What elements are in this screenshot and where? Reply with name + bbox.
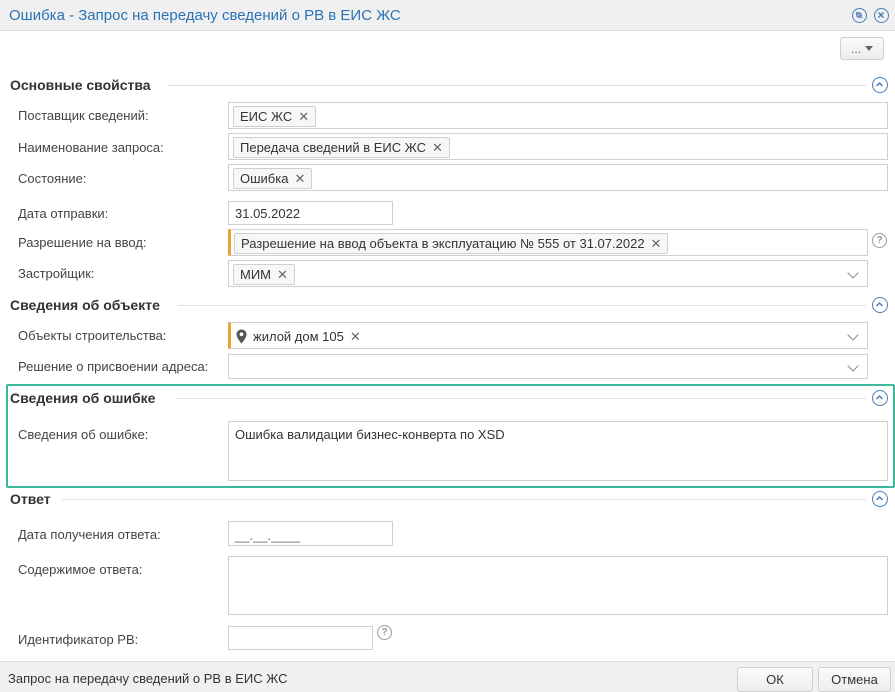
- state-tag: Ошибка ✕: [233, 168, 313, 189]
- collapse-up-icon[interactable]: [872, 297, 888, 313]
- collapse-up-icon[interactable]: [872, 491, 888, 507]
- more-actions-button[interactable]: ...: [840, 37, 884, 60]
- developer-tag: МИМ ✕: [233, 264, 295, 285]
- remove-tag-icon[interactable]: ✕: [298, 110, 309, 123]
- permit-label: Разрешение на ввод:: [18, 235, 147, 250]
- remove-tag-icon[interactable]: ✕: [651, 237, 662, 250]
- request-name-tag-text: Передача сведений в ЕИС ЖС: [240, 140, 427, 155]
- section-title-object: Сведения об объекте: [10, 297, 160, 313]
- caret-down-icon: [865, 46, 873, 51]
- send-date-label: Дата отправки:: [18, 206, 109, 221]
- section-title-main: Основные свойства: [10, 77, 151, 93]
- construction-objects-label: Объекты строительства:: [18, 328, 167, 343]
- response-content-label: Содержимое ответа:: [18, 562, 143, 577]
- section-divider: [178, 305, 866, 306]
- window-titlebar: Ошибка - Запрос на передачу сведений о Р…: [0, 0, 895, 31]
- received-date-placeholder: __.__.____: [235, 528, 301, 543]
- supplier-field[interactable]: ЕИС ЖС ✕: [228, 102, 888, 129]
- permit-field[interactable]: Разрешение на ввод объекта в эксплуатаци…: [228, 229, 868, 256]
- construction-objects-select[interactable]: жилой дом 105 ✕: [228, 322, 868, 349]
- request-name-label: Наименование запроса:: [18, 140, 164, 155]
- send-date-value: 31.05.2022: [235, 206, 301, 221]
- window-title: Ошибка - Запрос на передачу сведений о Р…: [9, 7, 401, 24]
- chevron-down-icon[interactable]: [847, 329, 859, 341]
- request-name-field[interactable]: Передача сведений в ЕИС ЖС ✕: [228, 133, 888, 160]
- error-details-value: Ошибка валидации бизнес-конверта по XSD: [235, 427, 505, 442]
- close-circle-icon[interactable]: [874, 8, 889, 23]
- construction-object-tag: жилой дом 105 ✕: [234, 326, 367, 347]
- state-field[interactable]: Ошибка ✕: [228, 164, 888, 191]
- chevron-down-icon[interactable]: [847, 360, 859, 372]
- received-date-label: Дата получения ответа:: [18, 527, 161, 542]
- help-icon[interactable]: ?: [377, 625, 392, 640]
- address-decision-label: Решение о присвоении адреса:: [18, 359, 209, 374]
- response-content-textarea[interactable]: [228, 556, 888, 615]
- remove-tag-icon[interactable]: ✕: [294, 172, 305, 185]
- remove-tag-icon[interactable]: ✕: [432, 141, 443, 154]
- supplier-tag: ЕИС ЖС ✕: [233, 106, 317, 127]
- developer-tag-text: МИМ: [240, 267, 272, 282]
- send-date-input[interactable]: 31.05.2022: [228, 201, 393, 225]
- permit-tag-text: Разрешение на ввод объекта в эксплуатаци…: [241, 236, 645, 251]
- chevron-down-icon[interactable]: [847, 267, 859, 279]
- cancel-button[interactable]: Отмена: [818, 667, 891, 692]
- collapse-up-icon[interactable]: [872, 390, 888, 406]
- toolbar: ...: [0, 31, 895, 67]
- section-divider: [176, 398, 866, 399]
- settings-circle-icon[interactable]: [852, 8, 867, 23]
- remove-tag-icon[interactable]: ✕: [277, 268, 288, 281]
- request-name-tag: Передача сведений в ЕИС ЖС ✕: [233, 137, 450, 158]
- permit-tag: Разрешение на ввод объекта в эксплуатаци…: [234, 233, 669, 254]
- more-actions-label: ...: [850, 41, 861, 56]
- state-tag-text: Ошибка: [240, 171, 289, 186]
- error-details-label: Сведения об ошибке:: [18, 427, 149, 442]
- developer-select[interactable]: МИМ ✕: [228, 260, 868, 287]
- status-text: Запрос на передачу сведений о РВ в ЕИС Ж…: [8, 671, 288, 686]
- address-decision-select[interactable]: [228, 354, 868, 379]
- error-details-textarea[interactable]: Ошибка валидации бизнес-конверта по XSD: [228, 421, 888, 481]
- supplier-label: Поставщик сведений:: [18, 108, 149, 123]
- remove-tag-icon[interactable]: ✕: [350, 330, 361, 343]
- statusbar: Запрос на передачу сведений о РВ в ЕИС Ж…: [0, 661, 895, 692]
- map-pin-icon: [236, 329, 247, 344]
- construction-object-tag-text: жилой дом 105: [253, 329, 344, 344]
- state-label: Состояние:: [18, 171, 87, 186]
- help-icon[interactable]: ?: [872, 233, 887, 248]
- received-date-input[interactable]: __.__.____: [228, 521, 393, 546]
- section-title-response: Ответ: [10, 491, 51, 507]
- supplier-tag-text: ЕИС ЖС: [240, 109, 293, 124]
- section-title-error: Сведения об ошибке: [10, 390, 156, 406]
- collapse-up-icon[interactable]: [872, 77, 888, 93]
- section-divider: [168, 85, 866, 86]
- section-divider: [62, 499, 866, 500]
- developer-label: Застройщик:: [18, 266, 95, 281]
- rv-id-label: Идентификатор РВ:: [18, 632, 139, 647]
- rv-id-input[interactable]: [228, 626, 373, 650]
- ok-button[interactable]: ОК: [737, 667, 813, 692]
